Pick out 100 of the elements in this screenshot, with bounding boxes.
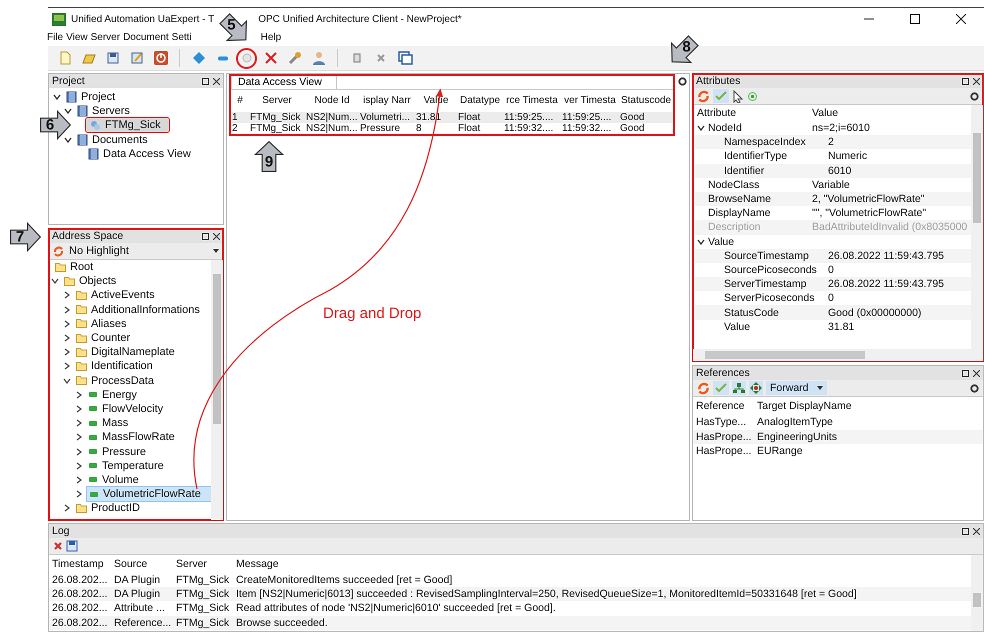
chevron-icon[interactable]	[63, 306, 71, 314]
column-header[interactable]: Attribute	[693, 107, 812, 119]
tree-item[interactable]: ActiveEvents	[74, 288, 157, 302]
scrollbar[interactable]	[971, 555, 983, 631]
chevron-icon[interactable]	[63, 348, 71, 356]
chevron-icon[interactable]	[63, 504, 71, 512]
column-header[interactable]: Server	[249, 90, 305, 112]
settings-icon[interactable]	[970, 384, 979, 392]
tree-item[interactable]: Mass	[86, 416, 130, 430]
move-icon[interactable]	[749, 381, 763, 395]
chevron-icon[interactable]	[51, 277, 59, 286]
column-header[interactable]: Message	[233, 558, 953, 570]
tree-item[interactable]: Documents	[75, 132, 150, 147]
maximize-icon[interactable]	[910, 14, 920, 24]
refresh-icon[interactable]	[697, 90, 710, 102]
chevron-icon[interactable]	[53, 93, 61, 102]
chevron-icon[interactable]	[64, 107, 72, 116]
close-icon[interactable]	[973, 528, 980, 534]
tree-item[interactable]: Aliases	[74, 316, 128, 331]
column-header[interactable]: ver Timesta	[561, 90, 619, 112]
tree-item[interactable]: ProcessData	[74, 374, 156, 388]
chevron-icon[interactable]	[75, 476, 83, 484]
close-icon[interactable]	[956, 14, 966, 24]
chevron-icon[interactable]	[75, 433, 83, 442]
menu-item[interactable]: Server	[90, 31, 122, 45]
chevron-icon[interactable]	[75, 419, 83, 428]
scrollbar[interactable]	[971, 105, 983, 349]
tree-item[interactable]: Data Access View	[86, 146, 193, 161]
chevron-icon[interactable]	[63, 362, 71, 370]
scrollbar[interactable]	[693, 349, 983, 361]
toolbar-button[interactable]	[236, 48, 257, 68]
chevron-icon[interactable]	[75, 448, 83, 456]
checkmark-icon[interactable]	[713, 89, 729, 103]
cursor-icon[interactable]	[732, 90, 744, 102]
tree-item[interactable]: DigitalNameplate	[74, 345, 177, 360]
tree-item[interactable]: Temperature	[86, 458, 166, 473]
save-icon[interactable]	[66, 540, 78, 552]
tree-item[interactable]: ProductID	[74, 501, 142, 516]
chevron-icon[interactable]	[697, 238, 705, 246]
chevron-icon[interactable]	[64, 136, 72, 144]
chevron-icon[interactable]	[63, 376, 71, 385]
column-header[interactable]: isplay Narr	[359, 90, 415, 112]
tree-item[interactable]: Volume	[86, 472, 141, 487]
column-header[interactable]: Node Id	[305, 90, 359, 112]
tree-item[interactable]: Servers	[75, 104, 132, 118]
float-icon[interactable]	[962, 528, 969, 534]
float-icon[interactable]	[962, 78, 969, 84]
menu-item[interactable]: View	[65, 31, 89, 45]
float-icon[interactable]	[202, 232, 209, 240]
column-header[interactable]: Target DisplayName	[757, 400, 983, 412]
column-header[interactable]: Value	[812, 107, 971, 119]
tree-item[interactable]: MassFlowRate	[86, 430, 177, 444]
chevron-icon[interactable]	[63, 334, 71, 342]
tree-item[interactable]: VolumetricFlowRate	[86, 486, 211, 502]
chevron-icon[interactable]	[75, 404, 83, 413]
close-icon[interactable]	[973, 370, 980, 376]
column-header[interactable]: Reference	[693, 400, 757, 412]
tree-item[interactable]: Pressure	[86, 444, 148, 459]
scrollbar[interactable]	[211, 260, 223, 520]
chevron-icon[interactable]	[75, 462, 83, 470]
chevron-icon[interactable]	[75, 490, 83, 498]
chevron-icon[interactable]	[697, 124, 705, 132]
column-header[interactable]: Source	[111, 558, 173, 570]
target-icon[interactable]	[747, 90, 758, 102]
menu-item[interactable]: Document	[122, 31, 170, 45]
settings-icon[interactable]	[678, 77, 687, 86]
close-icon[interactable]	[973, 78, 980, 84]
float-icon[interactable]	[962, 370, 969, 376]
column-header[interactable]: Datatype	[457, 90, 503, 112]
column-header[interactable]: Timestamp	[49, 558, 111, 570]
column-header[interactable]: Statuscode	[619, 90, 673, 112]
menu-item[interactable]: Setti	[170, 31, 193, 45]
tree-item[interactable]: Counter	[74, 331, 132, 346]
highlight-dropdown[interactable]: No Highlight	[49, 243, 223, 260]
checkmark-icon[interactable]	[713, 381, 729, 395]
column-header[interactable]: #	[231, 90, 249, 112]
settings-icon[interactable]	[970, 92, 979, 100]
clear-icon[interactable]	[53, 541, 63, 551]
tree-item[interactable]: Energy	[86, 388, 139, 402]
chevron-icon[interactable]	[75, 390, 83, 399]
refresh-icon[interactable]	[697, 382, 710, 394]
tree-item[interactable]: Objects	[62, 274, 118, 288]
hierarchy-icon[interactable]	[732, 381, 746, 395]
menu-item[interactable]: File	[46, 31, 64, 45]
float-icon[interactable]	[202, 78, 209, 84]
column-header[interactable]: Server	[173, 558, 233, 570]
chevron-icon[interactable]	[63, 320, 71, 328]
column-header[interactable]: rce Timesta	[503, 90, 561, 112]
menu-item[interactable]: Help	[260, 31, 282, 45]
tree-item[interactable]: FTMg_Sick	[86, 118, 169, 132]
tree-item[interactable]: AdditionalInformations	[74, 302, 202, 317]
tree-item[interactable]: Project	[64, 90, 118, 104]
close-icon[interactable]	[213, 232, 220, 240]
document-tab[interactable]: Data Access View	[231, 74, 337, 89]
tree-item[interactable]: Root	[53, 260, 96, 274]
tree-item[interactable]: FlowVelocity	[86, 402, 166, 416]
close-icon[interactable]	[213, 78, 220, 84]
tree-item[interactable]: Identification	[74, 359, 155, 374]
chevron-icon[interactable]	[63, 291, 71, 300]
direction-dropdown[interactable]: Forward	[766, 381, 827, 395]
